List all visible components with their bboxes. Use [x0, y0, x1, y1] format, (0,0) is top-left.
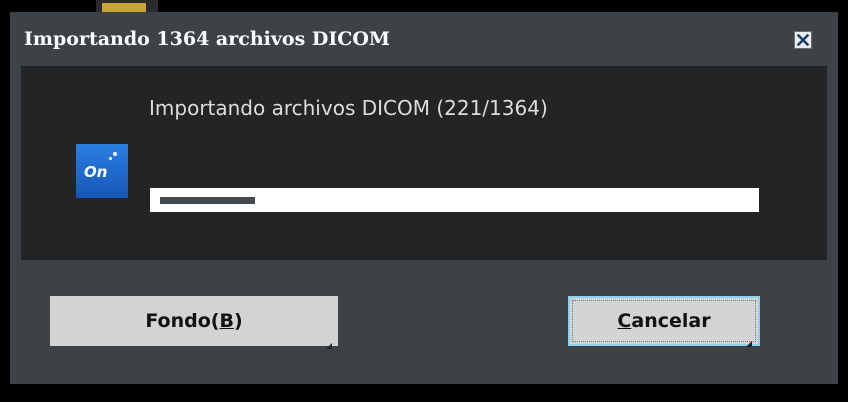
- dialog-titlebar[interactable]: Importando 1364 archivos DICOM: [10, 12, 838, 64]
- button-corner-icon: [746, 332, 752, 347]
- import-progress-dialog: Importando 1364 archivos DICOM Importand…: [10, 12, 838, 384]
- background-window-fragment: [96, 0, 158, 12]
- progress-bar: [150, 188, 759, 212]
- close-button[interactable]: [794, 31, 812, 49]
- progress-bar-fill: [160, 197, 255, 204]
- logo-text: On: [84, 163, 108, 181]
- app-logo-icon: On: [76, 144, 128, 198]
- screen: Importando 1364 archivos DICOM Importand…: [0, 0, 848, 402]
- progress-panel: Importando archivos DICOM (221/1364) On: [21, 66, 827, 260]
- background-button-label: Fondo(B): [145, 310, 243, 332]
- cancel-button[interactable]: Cancelar: [568, 296, 760, 347]
- button-corner-icon: [326, 334, 332, 349]
- dialog-title: Importando 1364 archivos DICOM: [24, 28, 390, 50]
- logo-dot: [109, 157, 112, 160]
- progress-message: Importando archivos DICOM (221/1364): [149, 96, 548, 120]
- cancel-button-label: Cancelar: [617, 310, 711, 332]
- background-window-accent: [102, 3, 146, 12]
- logo-dot: [113, 152, 117, 156]
- background-button[interactable]: Fondo(B): [50, 296, 338, 349]
- close-x-icon: [797, 34, 809, 46]
